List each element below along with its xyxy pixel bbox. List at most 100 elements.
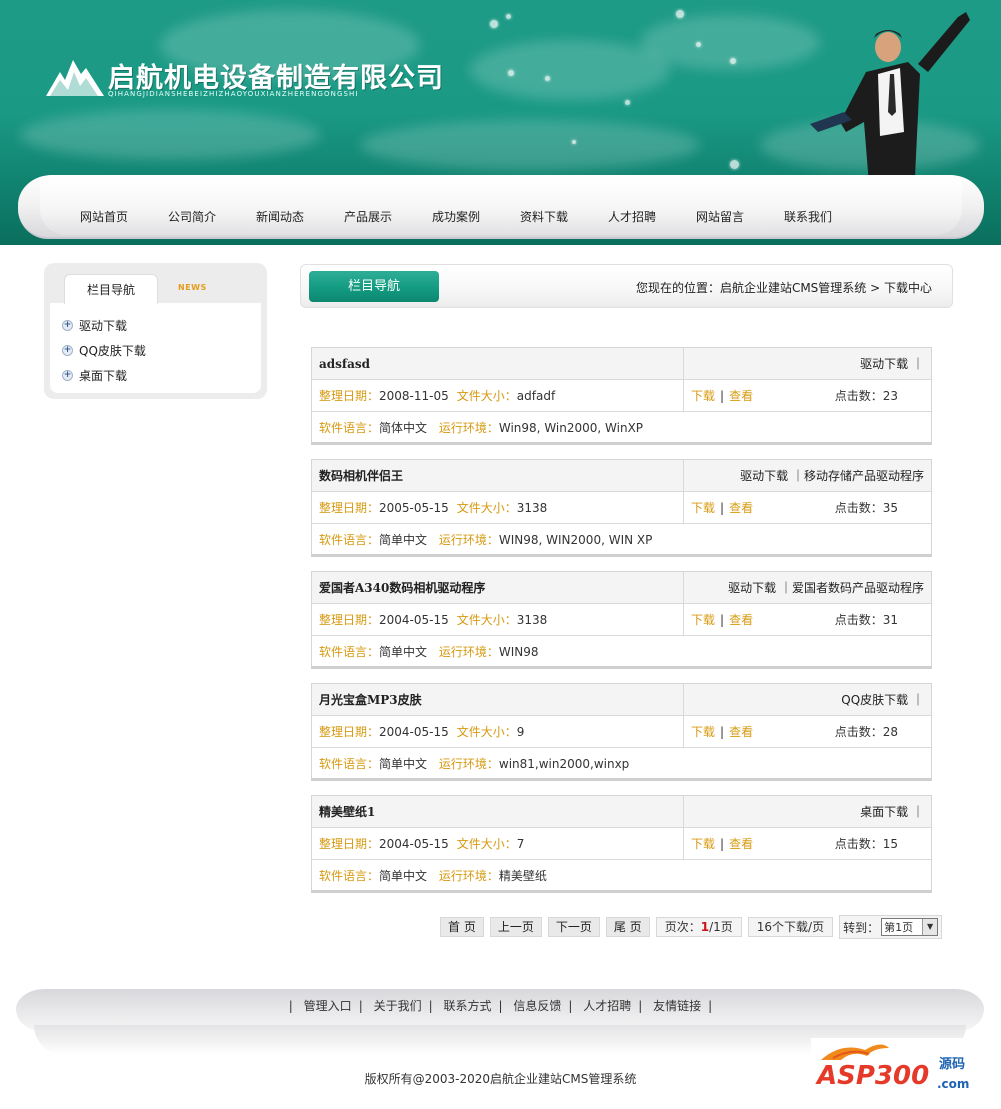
download-env: Win98, Win2000, WinXP: [498, 420, 644, 435]
nav-products[interactable]: 产品展示: [324, 208, 412, 225]
download-date: 2008-11-05: [379, 388, 449, 403]
sidebar-item-label: 桌面下载: [79, 369, 128, 383]
download-date: 2004-05-15: [379, 724, 449, 739]
download-category[interactable]: QQ皮肤下载 ｜: [841, 691, 924, 708]
footer-link-admin[interactable]: 管理入口: [304, 999, 352, 1013]
plus-icon: +: [62, 370, 73, 381]
download-date: 2004-05-15: [379, 612, 449, 627]
download-date: 2005-05-15: [379, 500, 449, 515]
nav-contact[interactable]: 联系我们: [764, 208, 852, 225]
env-label: 运行环境：: [438, 756, 499, 771]
download-item: 数码相机伴侣王 驱动下载 ｜移动存储产品驱动程序 整理日期： 2005-05-15…: [311, 459, 932, 557]
download-category[interactable]: 驱动下载 ｜移动存储产品驱动程序: [740, 467, 924, 484]
sidebar-item-label: 驱动下载: [79, 319, 128, 333]
download-name[interactable]: 月光宝盒MP3皮肤: [319, 691, 422, 708]
link-separator: |: [720, 500, 725, 515]
sidebar-item-qq-skin[interactable]: + QQ皮肤下载: [62, 338, 146, 363]
size-label: 文件大小：: [456, 613, 517, 627]
goto-page: 转到： 第1页 ▼: [839, 915, 943, 939]
next-page-button[interactable]: 下一页: [547, 917, 600, 937]
nav-guestbook[interactable]: 网站留言: [676, 208, 764, 225]
hit-count: 点击数：28: [834, 725, 898, 739]
asp300-watermark-logo: ASP300 源码 .com: [811, 1038, 981, 1094]
sidebar-item-driver[interactable]: + 驱动下载: [62, 313, 146, 338]
download-name[interactable]: 精美壁纸1: [319, 803, 375, 820]
sidebar-list: + 驱动下载 + QQ皮肤下载 + 桌面下载: [62, 313, 146, 388]
download-link[interactable]: 下载: [691, 499, 715, 516]
env-label: 运行环境：: [438, 420, 499, 435]
view-link[interactable]: 查看: [729, 387, 753, 404]
last-page-button[interactable]: 尾 页: [605, 917, 650, 937]
chevron-down-icon: ▼: [922, 919, 938, 935]
lang-label: 软件语言：: [319, 644, 380, 659]
sidebar-item-desktop[interactable]: + 桌面下载: [62, 363, 146, 388]
nav-cases[interactable]: 成功案例: [412, 208, 500, 225]
goto-page-select[interactable]: 第1页 ▼: [881, 918, 939, 936]
hit-count: 点击数：23: [834, 389, 898, 403]
download-item: 精美壁纸1 桌面下载 ｜ 整理日期： 2004-05-15 文件大小： 7 下载 | 查…: [311, 795, 932, 893]
date-label: 整理日期：: [319, 725, 380, 739]
lang-label: 软件语言：: [319, 532, 380, 547]
lang-label: 软件语言：: [319, 420, 380, 435]
view-link[interactable]: 查看: [729, 499, 753, 516]
content-title-tab: 栏目导航: [309, 271, 439, 302]
pagination: 首 页 上一页 下一页 尾 页 页次：1/1页 16个下载/页 转到： 第1页 …: [440, 915, 943, 939]
nav-jobs[interactable]: 人才招聘: [588, 208, 676, 225]
download-link[interactable]: 下载: [691, 723, 715, 740]
businessman-image: [810, 12, 970, 197]
svg-text:源码: 源码: [939, 1056, 965, 1072]
download-category[interactable]: 驱动下载 ｜爱国者数码产品驱动程序: [728, 579, 924, 596]
download-name[interactable]: adsfasd: [319, 357, 370, 371]
nav-home[interactable]: 网站首页: [60, 208, 148, 225]
prev-page-button[interactable]: 上一页: [489, 917, 542, 937]
download-link[interactable]: 下载: [691, 611, 715, 628]
footer-link-contact[interactable]: 联系方式: [443, 999, 491, 1013]
view-link[interactable]: 查看: [729, 835, 753, 852]
download-name[interactable]: 数码相机伴侣王: [319, 467, 403, 484]
lang-label: 软件语言：: [319, 868, 380, 883]
first-page-button[interactable]: 首 页: [440, 917, 484, 937]
hit-count: 点击数：31: [834, 613, 898, 627]
download-lang: 简单中文: [379, 644, 428, 659]
footer-link-about[interactable]: 关于我们: [374, 999, 422, 1013]
footer-link-friends[interactable]: 友情链接: [653, 999, 701, 1013]
download-size: 7: [516, 836, 525, 851]
date-label: 整理日期：: [319, 501, 380, 515]
download-lang: 简单中文: [379, 756, 428, 771]
footer-link-feedback[interactable]: 信息反馈: [513, 999, 561, 1013]
link-separator: |: [720, 612, 725, 627]
date-label: 整理日期：: [319, 837, 380, 851]
plus-icon: +: [62, 345, 73, 356]
view-link[interactable]: 查看: [729, 611, 753, 628]
goto-label: 转到：: [843, 920, 880, 935]
company-logo[interactable]: 启航机电设备制造有限公司 QIHANGJIDIANSHEBEIZHIZHAOYO…: [46, 56, 466, 100]
content-titlebar: 栏目导航 您现在的位置：启航企业建站CMS管理系统 > 下载中心: [300, 264, 953, 308]
link-separator: |: [720, 724, 725, 739]
breadcrumb: 您现在的位置：启航企业建站CMS管理系统 > 下载中心: [635, 281, 932, 295]
download-category[interactable]: 桌面下载 ｜: [860, 803, 924, 820]
view-link[interactable]: 查看: [729, 723, 753, 740]
download-category[interactable]: 驱动下载 ｜: [860, 355, 924, 372]
download-size: 9: [516, 724, 525, 739]
nav-news[interactable]: 新闻动态: [236, 208, 324, 225]
link-separator: |: [720, 836, 725, 851]
date-label: 整理日期：: [319, 613, 380, 627]
nav-downloads[interactable]: 资料下载: [500, 208, 588, 225]
footer-link-jobs[interactable]: 人才招聘: [583, 999, 631, 1013]
download-item: 爱国者A340数码相机驱动程序 驱动下载 ｜爱国者数码产品驱动程序 整理日期： 2…: [311, 571, 932, 669]
download-date: 2004-05-15: [379, 836, 449, 851]
nav-about[interactable]: 公司简介: [148, 208, 236, 225]
download-name[interactable]: 爱国者A340数码相机驱动程序: [319, 579, 485, 596]
download-lang: 简体中文: [379, 420, 428, 435]
lang-label: 软件语言：: [319, 756, 380, 771]
size-label: 文件大小：: [456, 389, 517, 403]
size-label: 文件大小：: [456, 837, 517, 851]
download-link[interactable]: 下载: [691, 835, 715, 852]
footer-links: | 管理入口 | 关于我们 | 联系方式 | 信息反馈 | 人才招聘 | 友情链接 |: [288, 999, 713, 1013]
download-link[interactable]: 下载: [691, 387, 715, 404]
env-label: 运行环境：: [438, 868, 499, 883]
download-env: WIN98, WIN2000, WIN XP: [498, 532, 653, 547]
nav-items: 网站首页 公司简介 新闻动态 产品展示 成功案例 资料下载 人才招聘 网站留言 …: [60, 208, 852, 225]
svg-text:.com: .com: [937, 1077, 969, 1091]
sidebar-tab: 栏目导航: [64, 274, 158, 304]
